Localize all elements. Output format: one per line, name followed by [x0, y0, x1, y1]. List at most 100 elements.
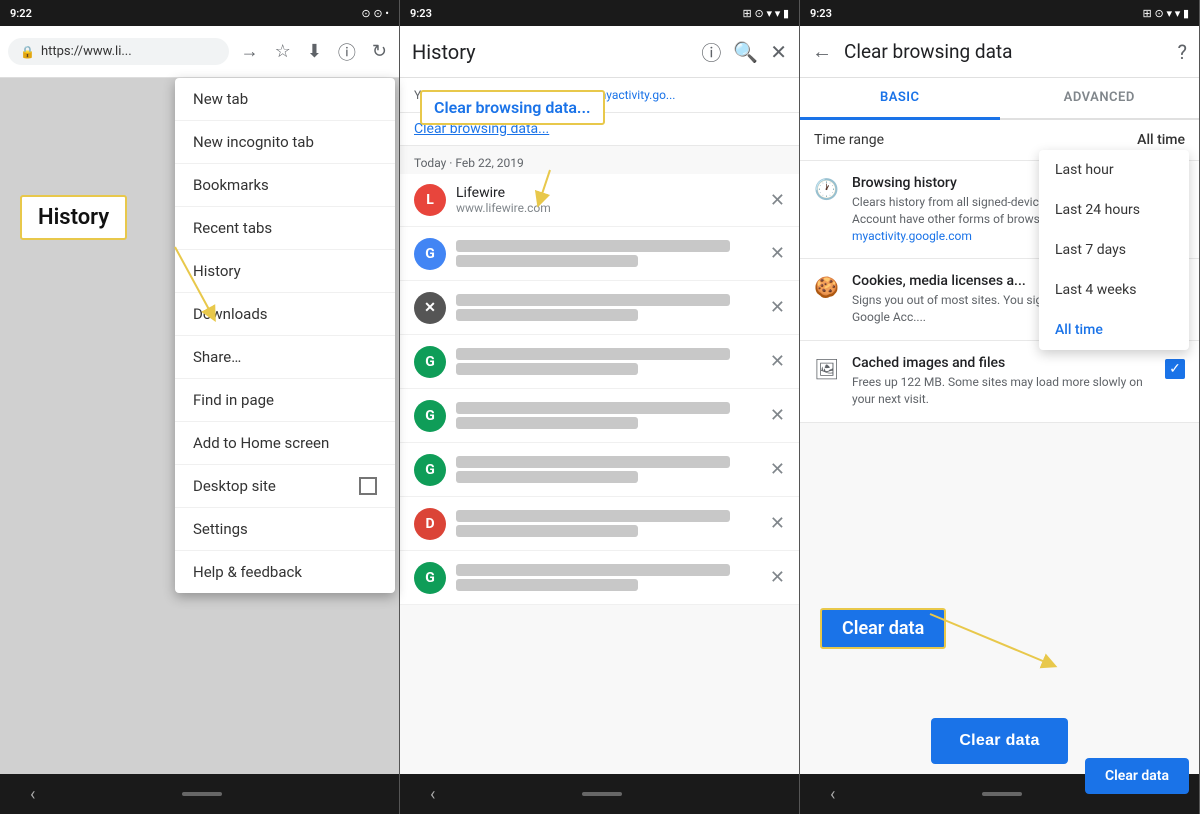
dropdown-last-hour[interactable]: Last hour [1039, 150, 1189, 190]
panel-history: 9:23 ⊞ ⊙ ▾ ▾ ▮ History ⓘ 🔍 ✕ Your Google… [400, 0, 800, 814]
back-arrow-2[interactable]: ‹ [430, 784, 435, 805]
remove-btn-6[interactable]: ✕ [770, 459, 785, 480]
menu-item-desktop-label: Desktop site [193, 477, 276, 495]
help-icon[interactable]: ? [1178, 40, 1187, 64]
history-item-title-lifewire: Lifewire [456, 185, 760, 201]
image-icon: 🖼 [814, 357, 838, 381]
blurred-url-6 [456, 525, 638, 537]
time-range-label: Time range [814, 132, 1129, 148]
menu-item-downloads[interactable]: Downloads [175, 293, 395, 336]
menu-item-bookmarks-label: Bookmarks [193, 176, 269, 194]
annotation-cleardata-label: Clear data [820, 608, 946, 649]
dropdown-last-7d[interactable]: Last 7 days [1039, 230, 1189, 270]
url-text: https://www.li... [41, 44, 132, 59]
remove-btn-8[interactable]: ✕ [770, 567, 785, 588]
history-item-blurred-3[interactable]: G ✕ [400, 335, 799, 389]
cookie-icon: 🍪 [814, 275, 838, 299]
refresh-icon[interactable]: ↻ [368, 37, 391, 66]
blurred-url-7 [456, 579, 638, 591]
favicon-blurred-7: G [414, 562, 446, 594]
url-bar[interactable]: 🔒 https://www.li... [8, 38, 229, 65]
search-icon[interactable]: 🔍 [733, 40, 758, 64]
remove-btn-lifewire[interactable]: ✕ [770, 190, 785, 211]
blurred-url-5 [456, 471, 638, 483]
clear-data-button-floating[interactable]: Clear data [1085, 758, 1189, 794]
menu-item-settings[interactable]: Settings [175, 508, 395, 551]
history-item-content-blurred-3 [456, 345, 760, 378]
status-bar-3: 9:23 ⊞ ⊙ ▾ ▾ ▮ [800, 0, 1199, 26]
history-item-content-blurred-5 [456, 453, 760, 486]
bottom-nav-2: ‹ [400, 774, 799, 814]
history-item-content-blurred-7 [456, 561, 760, 594]
history-title: History [412, 40, 689, 64]
blurred-title-5 [456, 456, 730, 468]
remove-btn-5[interactable]: ✕ [770, 405, 785, 426]
menu-item-history[interactable]: History [175, 250, 395, 293]
menu-item-help[interactable]: Help & feedback [175, 551, 395, 593]
history-item-blurred-4[interactable]: G ✕ [400, 389, 799, 443]
history-item-blurred-1[interactable]: G ✕ [400, 227, 799, 281]
star-icon[interactable]: ☆ [271, 37, 295, 66]
tab-basic[interactable]: BASIC [800, 78, 1000, 120]
back-arrow-3[interactable]: ‹ [830, 784, 835, 805]
history-item-content-blurred-2 [456, 291, 760, 324]
status-icons-2: ⊞ ⊙ ▾ ▾ ▮ [743, 7, 789, 20]
status-time-3: 9:23 [810, 7, 832, 20]
menu-item-recent-tabs[interactable]: Recent tabs [175, 207, 395, 250]
remove-btn-7[interactable]: ✕ [770, 513, 785, 534]
history-item-content-blurred-4 [456, 399, 760, 432]
status-icons-1: ⊙ ⊙ • [361, 7, 389, 20]
menu-item-desktop[interactable]: Desktop site [175, 465, 395, 508]
favicon-blurred-6: D [414, 508, 446, 540]
menu-item-add-home-label: Add to Home screen [193, 434, 329, 452]
blurred-title-2 [456, 294, 730, 306]
status-icons-3: ⊞ ⊙ ▾ ▾ ▮ [1143, 7, 1189, 20]
myactivity-link[interactable]: myactivity.go... [596, 88, 676, 102]
checkbox-cached[interactable]: ✓ [1165, 359, 1185, 379]
remove-btn-2[interactable]: ✕ [770, 243, 785, 264]
menu-item-new-tab[interactable]: New tab [175, 78, 395, 121]
desktop-checkbox[interactable] [359, 477, 377, 495]
data-item-cached[interactable]: 🖼 Cached images and files Frees up 122 M… [800, 341, 1199, 423]
history-item-lifewire[interactable]: L Lifewire www.lifewire.com ✕ [400, 174, 799, 227]
tab-advanced[interactable]: ADVANCED [1000, 78, 1200, 118]
menu-item-add-home[interactable]: Add to Home screen [175, 422, 395, 465]
nav-pill-2 [582, 792, 622, 796]
chrome-toolbar: 🔒 https://www.li... → ☆ ⬇ ⓘ ↻ [0, 26, 399, 78]
back-icon-clear[interactable]: ← [812, 39, 832, 64]
dropdown-last-24h[interactable]: Last 24 hours [1039, 190, 1189, 230]
favicon-blurred-1: G [414, 238, 446, 270]
history-item-blurred-2[interactable]: ✕ ✕ [400, 281, 799, 335]
menu-item-bookmarks[interactable]: Bookmarks [175, 164, 395, 207]
info-circle-icon[interactable]: ⓘ [701, 37, 721, 66]
history-item-blurred-5[interactable]: G ✕ [400, 443, 799, 497]
myactivity-link-2[interactable]: myactivity.google.com [852, 229, 972, 243]
remove-btn-4[interactable]: ✕ [770, 351, 785, 372]
clear-data-button[interactable]: Clear data [931, 718, 1067, 764]
menu-item-new-tab-label: New tab [193, 90, 248, 108]
data-item-title-cached: Cached images and files [852, 355, 1151, 371]
history-item-content-lifewire: Lifewire www.lifewire.com [456, 185, 760, 215]
menu-item-share-label: Share… [193, 348, 241, 366]
dropdown-all-time[interactable]: All time [1039, 310, 1189, 350]
nav-pill-1 [182, 792, 222, 796]
lock-icon: 🔒 [20, 45, 35, 59]
info-icon[interactable]: ⓘ [334, 35, 360, 69]
history-item-url-lifewire: www.lifewire.com [456, 201, 760, 215]
dropdown-last-4w[interactable]: Last 4 weeks [1039, 270, 1189, 310]
menu-item-downloads-label: Downloads [193, 305, 268, 323]
time-range-dropdown: Last hour Last 24 hours Last 7 days Last… [1039, 150, 1189, 350]
history-item-blurred-6[interactable]: D ✕ [400, 497, 799, 551]
close-icon[interactable]: ✕ [770, 40, 787, 64]
remove-btn-3[interactable]: ✕ [770, 297, 785, 318]
menu-item-history-label: History [193, 262, 241, 280]
back-icon[interactable]: → [237, 37, 263, 66]
menu-item-share[interactable]: Share… [175, 336, 395, 379]
back-arrow-1[interactable]: ‹ [30, 784, 35, 805]
blurred-title-7 [456, 564, 730, 576]
menu-item-incognito[interactable]: New incognito tab [175, 121, 395, 164]
menu-item-find[interactable]: Find in page [175, 379, 395, 422]
menu-item-settings-label: Settings [193, 520, 248, 538]
history-item-blurred-7[interactable]: G ✕ [400, 551, 799, 605]
download-icon[interactable]: ⬇ [303, 37, 326, 66]
